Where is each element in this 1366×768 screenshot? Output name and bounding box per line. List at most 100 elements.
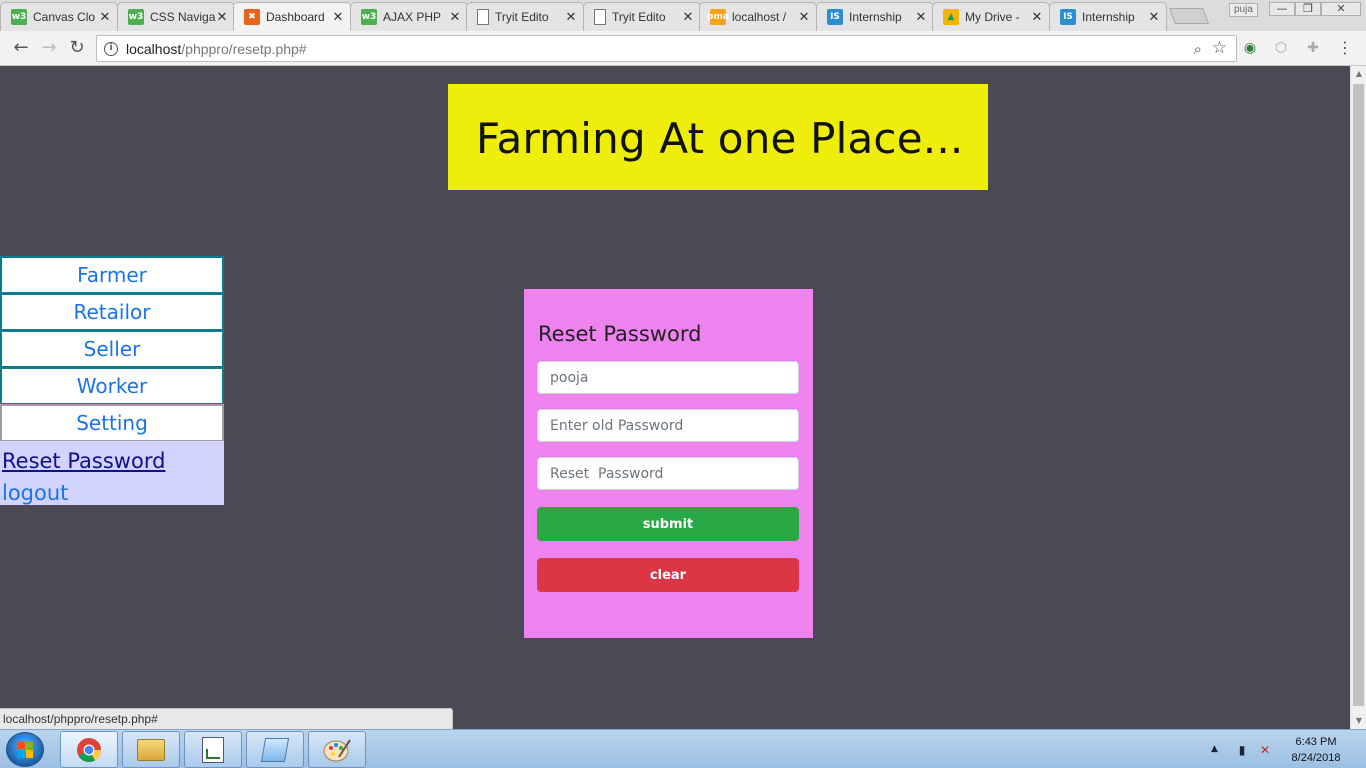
windows-logo-icon: [17, 741, 33, 758]
browser-tab[interactable]: w3 AJAX PHP ✕: [350, 2, 468, 31]
tab-close-icon[interactable]: ✕: [565, 10, 577, 25]
extension-globe-icon[interactable]: ◉: [1241, 39, 1259, 57]
windows-taskbar: ▲ ▮ ✕ 6:43 PM 8/24/2018: [0, 729, 1366, 768]
clear-button[interactable]: clear: [537, 558, 799, 592]
vertical-scrollbar[interactable]: ▲ ▼: [1350, 66, 1366, 729]
tab-title: AJAX PHP: [383, 10, 442, 24]
w3schools-icon: w3: [128, 9, 144, 25]
site-title: Farming At one Place...: [476, 114, 964, 163]
editor-icon: [202, 736, 224, 763]
tab-close-icon[interactable]: ✕: [682, 10, 694, 25]
address-bar[interactable]: i localhost/phppro/resetp.php# ⌕ ☆: [96, 35, 1237, 62]
browser-tab[interactable]: ▲ My Drive - ✕: [932, 2, 1050, 31]
taskbar-file-explorer[interactable]: [122, 731, 180, 768]
browser-toolbar: ← → ↻ i localhost/phppro/resetp.php# ⌕ ☆…: [0, 31, 1366, 66]
chrome-icon: [77, 737, 101, 762]
tab-title: CSS Naviga: [150, 10, 216, 24]
site-banner: Farming At one Place...: [448, 84, 988, 190]
internshala-icon: IS: [1060, 9, 1076, 25]
tab-close-icon[interactable]: ✕: [1148, 10, 1160, 25]
scroll-down-icon[interactable]: ▼: [1351, 713, 1366, 729]
system-clock[interactable]: 6:43 PM 8/24/2018: [1282, 734, 1350, 766]
nav-setting[interactable]: Setting: [0, 404, 224, 442]
new-tab-button[interactable]: [1169, 8, 1209, 24]
menu-icon[interactable]: ⋮: [1336, 39, 1354, 57]
setting-submenu: Reset Password logout: [0, 441, 224, 505]
page-icon: [477, 9, 489, 25]
tab-close-icon[interactable]: ✕: [216, 10, 228, 25]
network-icon[interactable]: ✕: [1258, 742, 1272, 758]
clock-date: 8/24/2018: [1291, 752, 1341, 764]
forward-icon[interactable]: →: [37, 37, 61, 61]
start-button[interactable]: [6, 732, 44, 767]
taskbar-paint[interactable]: [308, 731, 366, 768]
close-window-button[interactable]: ✕: [1321, 2, 1361, 16]
form-heading: Reset Password: [538, 322, 702, 346]
tab-close-icon[interactable]: ✕: [99, 10, 111, 25]
browser-tab[interactable]: pma localhost / ✕: [699, 2, 817, 31]
scroll-up-icon[interactable]: ▲: [1351, 66, 1366, 82]
browser-tab[interactable]: IS Internship ✕: [816, 2, 934, 31]
nav-worker[interactable]: Worker: [0, 367, 224, 405]
side-navigation: Farmer Retailor Seller Worker Setting Re…: [0, 256, 224, 505]
scroll-thumb[interactable]: [1353, 84, 1364, 706]
paint-icon: [323, 738, 351, 761]
clock-time: 6:43 PM: [1295, 736, 1337, 748]
tab-close-icon[interactable]: ✕: [915, 10, 927, 25]
tab-close-icon[interactable]: ✕: [798, 10, 810, 25]
browser-tab[interactable]: Tryit Edito ✕: [466, 2, 584, 31]
tab-close-icon[interactable]: ✕: [449, 10, 461, 25]
tab-title: Internship: [849, 10, 902, 24]
browser-tab[interactable]: IS Internship ✕: [1049, 2, 1167, 31]
old-password-field[interactable]: [537, 409, 799, 442]
nav-farmer[interactable]: Farmer: [0, 256, 224, 294]
tab-title: Tryit Edito: [495, 10, 549, 24]
w3schools-icon: w3: [361, 9, 377, 25]
back-icon[interactable]: ←: [9, 37, 33, 61]
url-text: localhost/phppro/resetp.php#: [126, 40, 307, 57]
reload-icon[interactable]: ↻: [65, 37, 89, 61]
maximize-button[interactable]: ❐: [1295, 2, 1321, 16]
browser-tab[interactable]: w3 CSS Naviga ✕: [117, 2, 235, 31]
battery-icon[interactable]: ▮: [1235, 742, 1249, 758]
extension-puzzle-icon[interactable]: ✚: [1304, 39, 1322, 57]
google-drive-icon: ▲: [943, 9, 959, 25]
page-icon: [594, 9, 606, 25]
tab-title: Canvas Clo: [33, 10, 96, 24]
submit-button[interactable]: submit: [537, 507, 799, 541]
nav-seller[interactable]: Seller: [0, 330, 224, 368]
tab-title: localhost /: [732, 10, 787, 24]
tab-close-icon[interactable]: ✕: [332, 10, 344, 25]
browser-tab[interactable]: w3 Canvas Clo ✕: [0, 2, 118, 31]
file-explorer-icon: [137, 738, 165, 761]
logout-link[interactable]: logout: [0, 477, 224, 509]
taskbar-notepad[interactable]: [246, 731, 304, 768]
info-icon[interactable]: i: [104, 41, 118, 56]
nav-retailor[interactable]: Retailor: [0, 293, 224, 331]
username-field[interactable]: [537, 361, 799, 394]
tab-title: Tryit Edito: [612, 10, 666, 24]
w3schools-icon: w3: [11, 9, 27, 25]
tab-title: My Drive -: [965, 10, 1020, 24]
extension-cube-icon[interactable]: ⬡: [1272, 39, 1290, 57]
reset-password-card: Reset Password submit clear: [524, 289, 813, 638]
status-bubble: localhost/phppro/resetp.php#: [0, 708, 453, 729]
browser-tab-strip: w3 Canvas Clo ✕ w3 CSS Naviga ✕ ✖ Dashboard ✕ w3 A…: [0, 0, 1366, 31]
page-viewport: Farming At one Place... Farmer Retailor …: [0, 66, 1350, 729]
bookmark-star-icon[interactable]: ☆: [1212, 38, 1227, 58]
phpmyadmin-icon: pma: [707, 9, 729, 25]
zoom-icon[interactable]: ⌕: [1194, 40, 1202, 58]
browser-tab[interactable]: Tryit Edito ✕: [583, 2, 701, 31]
tab-title: Internship: [1082, 10, 1135, 24]
profile-button[interactable]: puja: [1229, 3, 1258, 17]
tab-close-icon[interactable]: ✕: [1031, 10, 1043, 25]
tab-title: Dashboard: [266, 10, 325, 24]
browser-tab[interactable]: ✖ Dashboard ✕: [233, 2, 351, 31]
taskbar-chrome[interactable]: [60, 731, 118, 768]
notepad-icon: [260, 737, 290, 762]
new-password-field[interactable]: [537, 457, 799, 490]
show-hidden-icons[interactable]: ▲: [1211, 744, 1218, 754]
taskbar-editor[interactable]: [184, 731, 242, 768]
reset-password-link[interactable]: Reset Password: [0, 445, 224, 477]
minimize-button[interactable]: —: [1269, 2, 1295, 16]
